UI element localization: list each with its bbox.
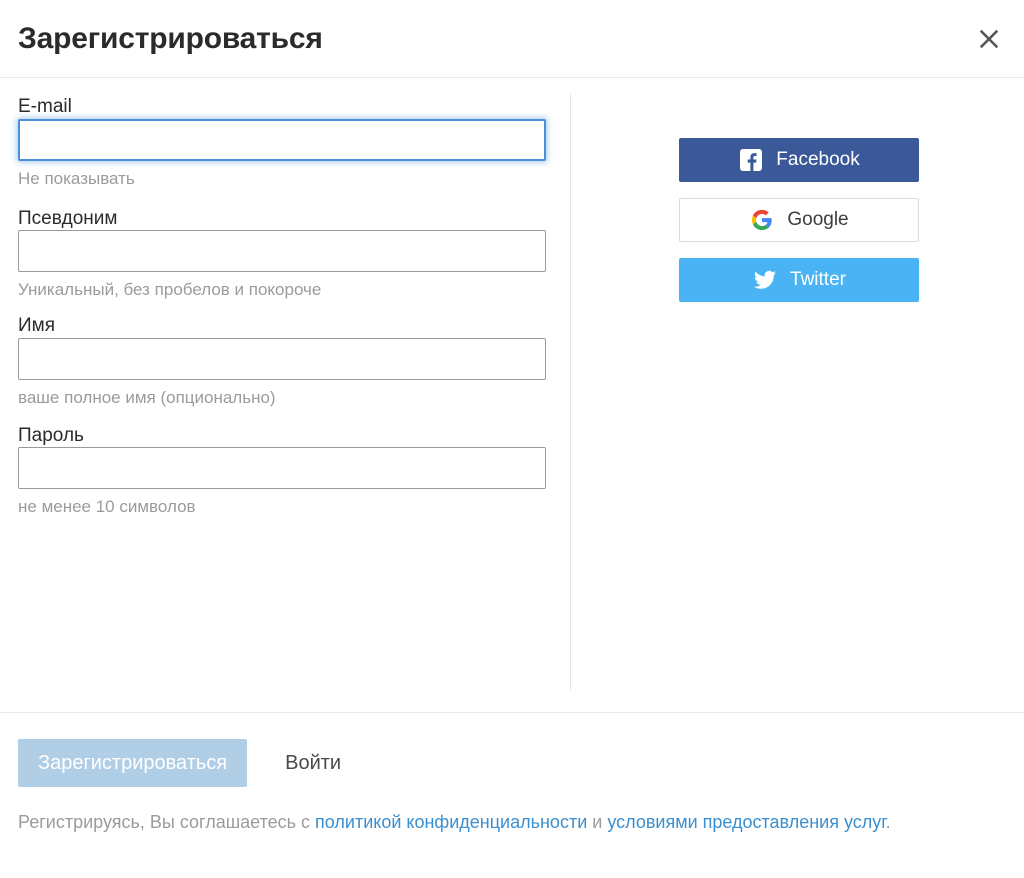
google-icon [749, 209, 775, 231]
register-submit-button[interactable]: Зарегистрироваться [18, 739, 248, 787]
dialog-footer: Зарегистрироваться Войти Регистрируясь, … [0, 712, 1024, 835]
nickname-hint: Уникальный, без пробелов и покороче [18, 280, 322, 300]
email-input[interactable] [18, 118, 546, 161]
field-group-password: Пароль не менее 10 символов [18, 425, 552, 519]
nickname-input[interactable] [18, 230, 546, 273]
google-login-button[interactable]: Google [679, 198, 919, 242]
registration-form: E-mail Не показывать Псевдоним Уникальны… [0, 96, 570, 712]
facebook-login-label: Facebook [776, 149, 860, 170]
facebook-icon [738, 149, 764, 171]
social-login-panel: Facebook Google Twitter [571, 96, 1024, 712]
twitter-icon [752, 268, 778, 292]
dialog-header: Зарегистрироваться [0, 0, 1024, 78]
privacy-policy-link[interactable]: политикой конфиденциальности [315, 812, 587, 832]
dialog-body: E-mail Не показывать Псевдоним Уникальны… [0, 78, 1024, 712]
fullname-label: Имя [18, 315, 56, 337]
facebook-login-button[interactable]: Facebook [679, 138, 919, 182]
footer-actions: Зарегистрироваться Войти [18, 739, 1006, 787]
password-input[interactable] [18, 447, 546, 490]
twitter-login-button[interactable]: Twitter [679, 258, 919, 302]
field-group-nickname: Псевдоним Уникальный, без пробелов и пок… [18, 208, 552, 302]
terms-suffix: . [885, 812, 891, 832]
twitter-login-label: Twitter [790, 269, 846, 290]
google-login-label: Google [787, 209, 849, 230]
page-title: Зарегистрироваться [18, 21, 323, 55]
password-label: Пароль [18, 424, 84, 446]
nickname-label: Псевдоним [18, 207, 118, 229]
terms-of-service-link[interactable]: условиями предоставления услуг [607, 812, 885, 832]
fullname-input[interactable] [18, 337, 546, 380]
password-hint: не менее 10 символов [18, 497, 196, 517]
email-label: E-mail [18, 96, 72, 117]
login-link[interactable]: Войти [285, 752, 341, 775]
terms-agreement-text: Регистрируясь, Вы соглашаетесь с политик… [18, 809, 918, 835]
fullname-hint: ваше полное имя (опционально) [18, 387, 276, 407]
close-button[interactable] [970, 20, 1008, 58]
field-group-email: E-mail Не показывать [18, 96, 552, 190]
email-hint: Не показывать [18, 168, 135, 188]
field-group-fullname: Имя ваше полное имя (опционально) [18, 315, 552, 409]
terms-prefix: Регистрируясь, Вы соглашаетесь с [18, 812, 316, 832]
terms-middle: и [587, 812, 608, 832]
close-icon [977, 27, 1001, 51]
